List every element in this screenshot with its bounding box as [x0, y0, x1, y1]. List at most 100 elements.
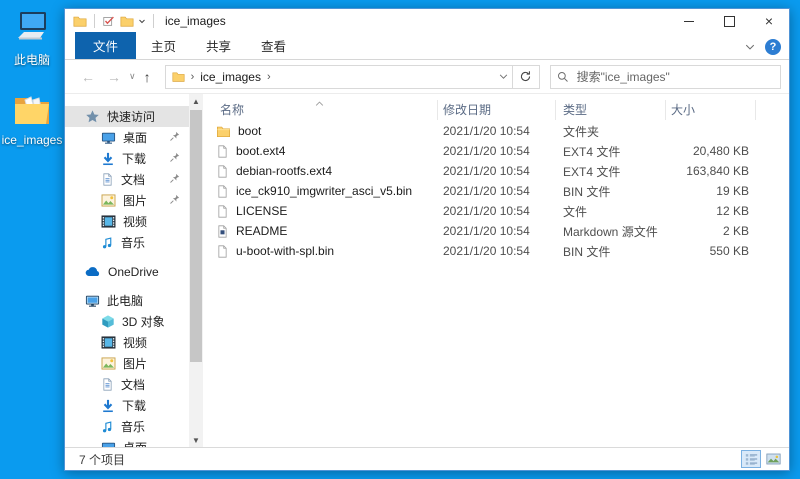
file-icon: [216, 244, 229, 259]
desktop-icon-this-pc[interactable]: 此电脑: [0, 8, 64, 68]
file-row[interactable]: LICENSE 2021/1/20 10:54 文件 12 KB: [203, 201, 789, 221]
scroll-down-icon[interactable]: ▼: [189, 433, 203, 447]
tab-share[interactable]: 共享: [191, 32, 246, 59]
sidebar-item-label: 此电脑: [107, 294, 144, 308]
sidebar-item-label: 视频: [123, 336, 148, 350]
file-size: 550 KB: [709, 244, 749, 258]
toolbar-separator: [153, 14, 154, 28]
file-explorer-window: ice_images × 文件 主页 共享 查看 ? ← → ∨ ↑ › ice: [64, 8, 790, 471]
desktop-icon-ice-images[interactable]: ice_images: [0, 90, 64, 147]
sidebar-item-label: 音乐: [121, 236, 146, 250]
sidebar-item[interactable]: 音乐: [65, 416, 189, 437]
search-input[interactable]: [574, 68, 774, 85]
file-row[interactable]: boot.ext4 2021/1/20 10:54 EXT4 文件 20,480…: [203, 141, 789, 161]
address-dropdown-chevron-icon[interactable]: [499, 73, 508, 80]
sidebar-item[interactable]: 桌面: [65, 127, 189, 148]
file-row[interactable]: README 2021/1/20 10:54 Markdown 源文件 2 KB: [203, 221, 789, 241]
sort-ascending-icon: [315, 95, 324, 109]
sidebar-item[interactable]: 桌面: [65, 437, 189, 447]
onedrive-icon: [85, 266, 101, 277]
help-icon[interactable]: ?: [765, 39, 781, 55]
minimize-icon[interactable]: [669, 9, 709, 33]
status-bar: 7 个项目: [65, 447, 789, 470]
breadcrumb-chevron-icon[interactable]: ›: [267, 71, 271, 83]
checkbox-icon[interactable]: [102, 14, 116, 28]
view-toggles: [741, 450, 783, 468]
sidebar-item[interactable]: 图片: [65, 353, 189, 374]
sidebar-item-label: 3D 对象: [122, 315, 165, 329]
file-row[interactable]: u-boot-with-spl.bin 2021/1/20 10:54 BIN …: [203, 241, 789, 261]
forward-arrow-icon[interactable]: →: [101, 69, 127, 85]
file-size: 12 KB: [716, 204, 749, 218]
ribbon-tabs: 文件 主页 共享 查看 ?: [65, 32, 789, 60]
breadcrumb-chevron-icon[interactable]: ›: [191, 71, 195, 83]
window-title: ice_images: [165, 14, 226, 28]
file-name: debian-rootfs.ext4: [236, 164, 333, 178]
sidebar-item-label: OneDrive: [108, 264, 159, 279]
desktop-icon: [101, 131, 116, 145]
desktop-icon-label: ice_images: [1, 133, 63, 147]
sidebar-item[interactable]: 下载: [65, 148, 189, 169]
file-size: 163,840 KB: [686, 164, 749, 178]
file-row[interactable]: debian-rootfs.ext4 2021/1/20 10:54 EXT4 …: [203, 161, 789, 181]
sidebar-item[interactable]: 3D 对象: [65, 311, 189, 332]
details-view-icon[interactable]: [741, 450, 761, 468]
refresh-button[interactable]: [512, 64, 540, 89]
title-bar: ice_images ×: [65, 9, 789, 33]
column-header-date[interactable]: 修改日期: [438, 99, 556, 120]
chevron-down-icon[interactable]: [138, 17, 146, 25]
file-name: boot: [238, 124, 262, 138]
file-rows: boot 2021/1/20 10:54 文件夹 boot.ext4 2021/…: [203, 121, 789, 261]
sidebar-item[interactable]: 下载: [65, 395, 189, 416]
column-header-type[interactable]: 类型: [556, 99, 666, 120]
tab-view[interactable]: 查看: [246, 32, 301, 59]
sidebar-item[interactable]: 快速访问: [65, 106, 189, 127]
up-arrow-icon[interactable]: ↑: [138, 69, 157, 85]
sidebar-item[interactable]: 视频: [65, 332, 189, 353]
sidebar-item[interactable]: 视频: [65, 211, 189, 232]
file-row[interactable]: ice_ck910_imgwriter_asci_v5.bin 2021/1/2…: [203, 181, 789, 201]
breadcrumb-item[interactable]: ice_images: [200, 70, 261, 84]
maximize-icon[interactable]: [709, 9, 749, 33]
recent-locations-chevron-icon[interactable]: ∨: [127, 71, 138, 82]
file-name: ice_ck910_imgwriter_asci_v5.bin: [236, 184, 413, 198]
file-list-pane: 名称 修改日期 类型 大小 boot 2021/1/20 10:54 文件夹 b…: [203, 94, 789, 447]
videos-icon: [101, 215, 116, 228]
sidebar-item[interactable]: 文档: [65, 169, 189, 190]
scrollbar-thumb[interactable]: [190, 110, 202, 362]
file-type: Markdown 源文件: [563, 224, 658, 239]
sidebar-scrollbar[interactable]: ▲ ▼: [189, 94, 203, 447]
file-date: 2021/1/20 10:54: [443, 224, 530, 238]
navigation-pane: 快速访问 桌面 下载 文档 图片 视频 音乐 OneDrive 此电脑 3D 对象 视频 图片 文档 下载…: [65, 94, 189, 447]
explorer-main: 快速访问 桌面 下载 文档 图片 视频 音乐 OneDrive 此电脑 3D 对象 视频 图片 文档 下载…: [65, 94, 789, 447]
file-date: 2021/1/20 10:54: [443, 144, 530, 158]
sidebar-item[interactable]: 此电脑: [65, 290, 189, 311]
sidebar-item[interactable]: OneDrive: [65, 261, 189, 282]
folder-icon[interactable]: [120, 14, 134, 28]
tab-home[interactable]: 主页: [136, 32, 191, 59]
scroll-up-icon[interactable]: ▲: [189, 94, 203, 108]
file-type: BIN 文件: [563, 184, 611, 199]
thumbnails-view-icon[interactable]: [763, 450, 783, 468]
3d-objects-icon: [101, 314, 115, 329]
sidebar-item-label: 桌面: [123, 131, 148, 145]
close-icon[interactable]: ×: [749, 9, 789, 33]
sidebar-item[interactable]: 图片: [65, 190, 189, 211]
column-header-size[interactable]: 大小: [666, 99, 756, 120]
tab-file[interactable]: 文件: [75, 32, 137, 59]
back-arrow-icon[interactable]: ←: [75, 69, 101, 85]
address-bar: ← → ∨ ↑ › ice_images ›: [65, 60, 789, 94]
sidebar-item[interactable]: 音乐: [65, 232, 189, 253]
file-date: 2021/1/20 10:54: [443, 124, 530, 138]
sidebar-item[interactable]: 文档: [65, 374, 189, 395]
ribbon-right-controls: ?: [745, 39, 781, 55]
quick-access-star-icon: [85, 109, 100, 124]
pictures-icon: [101, 357, 116, 370]
column-headers: 名称 修改日期 类型 大小: [203, 98, 789, 121]
file-row[interactable]: boot 2021/1/20 10:54 文件夹: [203, 121, 789, 141]
breadcrumb[interactable]: › ice_images ›: [164, 64, 513, 89]
expand-ribbon-chevron-icon[interactable]: [745, 43, 755, 51]
file-icon: [216, 164, 229, 179]
search-box[interactable]: [549, 64, 781, 89]
